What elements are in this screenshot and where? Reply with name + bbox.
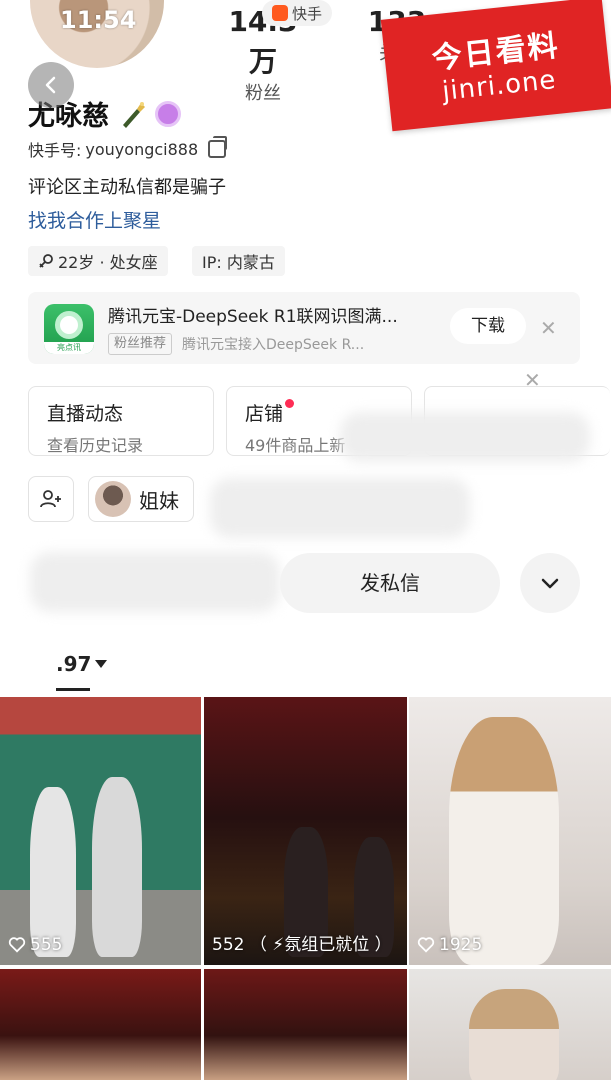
- ad-title: 腾讯元宝-DeepSeek R1联网识图满...: [108, 307, 398, 327]
- sister-chip-label: 姐妹: [139, 488, 179, 513]
- expand-button[interactable]: [520, 553, 580, 613]
- kuaishou-logo-icon: [272, 5, 288, 21]
- video-thumbnail[interactable]: 552 （ ⚡氛组已就位 ）: [204, 697, 407, 965]
- copy-icon[interactable]: [208, 136, 228, 158]
- age-tag: 22岁 · 处女座: [28, 246, 168, 276]
- close-icon[interactable]: ✕: [540, 316, 557, 340]
- add-user-icon: [40, 490, 61, 508]
- video-thumbnail[interactable]: 1925: [409, 697, 611, 965]
- account-id: youyongci888: [85, 139, 199, 159]
- logo-mark: [55, 311, 83, 339]
- blurred-region: [210, 478, 470, 538]
- add-friend-button[interactable]: [28, 476, 74, 522]
- female-icon: [39, 254, 53, 268]
- video-caption: （ ⚡氛组已就位 ）: [249, 935, 392, 955]
- private-message-button[interactable]: 发私信: [280, 553, 500, 613]
- caret-down-icon: [95, 660, 108, 668]
- download-button[interactable]: 下载: [450, 308, 526, 344]
- person-figure: [92, 777, 142, 957]
- ip-tag: IP: 内蒙古: [192, 246, 285, 276]
- tab-indicator: [56, 688, 90, 691]
- ip-tag-label: IP: 内蒙古: [202, 253, 275, 272]
- back-button[interactable]: [28, 62, 74, 108]
- cooperation-link[interactable]: 找我合作上聚星: [28, 206, 161, 233]
- ad-tag: 粉丝推荐: [108, 333, 173, 355]
- like-count: 1925: [417, 935, 482, 955]
- champagne-icon: [123, 101, 145, 128]
- heart-icon: [8, 937, 26, 953]
- video-caption-row: 552 （ ⚡氛组已就位 ）: [212, 930, 392, 955]
- age-tag-label: 22岁 · 处女座: [58, 253, 158, 272]
- live-card-subtitle: 查看历史记录: [47, 436, 144, 455]
- sister-chip[interactable]: 姐妹: [88, 476, 194, 522]
- live-history-card[interactable]: 直播动态 查看历史记录: [28, 386, 214, 456]
- account-label: 快手号:: [28, 141, 82, 160]
- account-row: 快手号: youyongci888: [28, 136, 228, 161]
- video-thumbnail[interactable]: [409, 969, 611, 1080]
- heart-icon: [417, 937, 435, 953]
- ad-subtitle: 腾讯元宝接入DeepSeek R...: [182, 337, 365, 353]
- video-thumbnail[interactable]: [0, 969, 201, 1080]
- like-count-value: 552: [212, 935, 245, 955]
- video-thumbnail[interactable]: 555: [0, 697, 201, 965]
- notification-dot: [285, 399, 295, 408]
- like-count-value: 1925: [439, 935, 483, 955]
- shop-card-title: 店铺: [245, 403, 284, 425]
- fans-label: 粉丝: [245, 83, 281, 104]
- level-badge-icon[interactable]: [155, 100, 181, 127]
- person-figure: [449, 717, 559, 965]
- ad-card[interactable]: 亮点讯 腾讯元宝-DeepSeek R1联网识图满... 粉丝推荐 腾讯元宝接入…: [28, 292, 580, 364]
- status-time: 11:54: [60, 6, 137, 34]
- platform-badge: 快手: [262, 0, 333, 26]
- avatar: [95, 481, 131, 517]
- app-logo-icon: 亮点讯: [44, 304, 94, 354]
- platform-badge-label: 快手: [292, 4, 323, 23]
- works-tab-label: .97: [56, 652, 92, 676]
- person-figure: [469, 989, 559, 1080]
- chevron-left-icon: [45, 76, 56, 94]
- live-card-title: 直播动态: [47, 403, 124, 425]
- logo-text: 亮点讯: [44, 342, 94, 354]
- video-thumbnail[interactable]: [204, 969, 407, 1080]
- person-figure: [30, 787, 76, 957]
- like-count-value: 555: [30, 935, 63, 955]
- blurred-region: [340, 412, 590, 462]
- blurred-region: [30, 552, 280, 612]
- watermark-stamp: 今日看料 jinri.one: [380, 0, 611, 132]
- chevron-down-icon: [541, 578, 559, 589]
- bio-text: 评论区主动私信都是骗子: [28, 177, 226, 198]
- tab-works[interactable]: .97: [56, 652, 108, 676]
- like-count: 555: [8, 935, 62, 955]
